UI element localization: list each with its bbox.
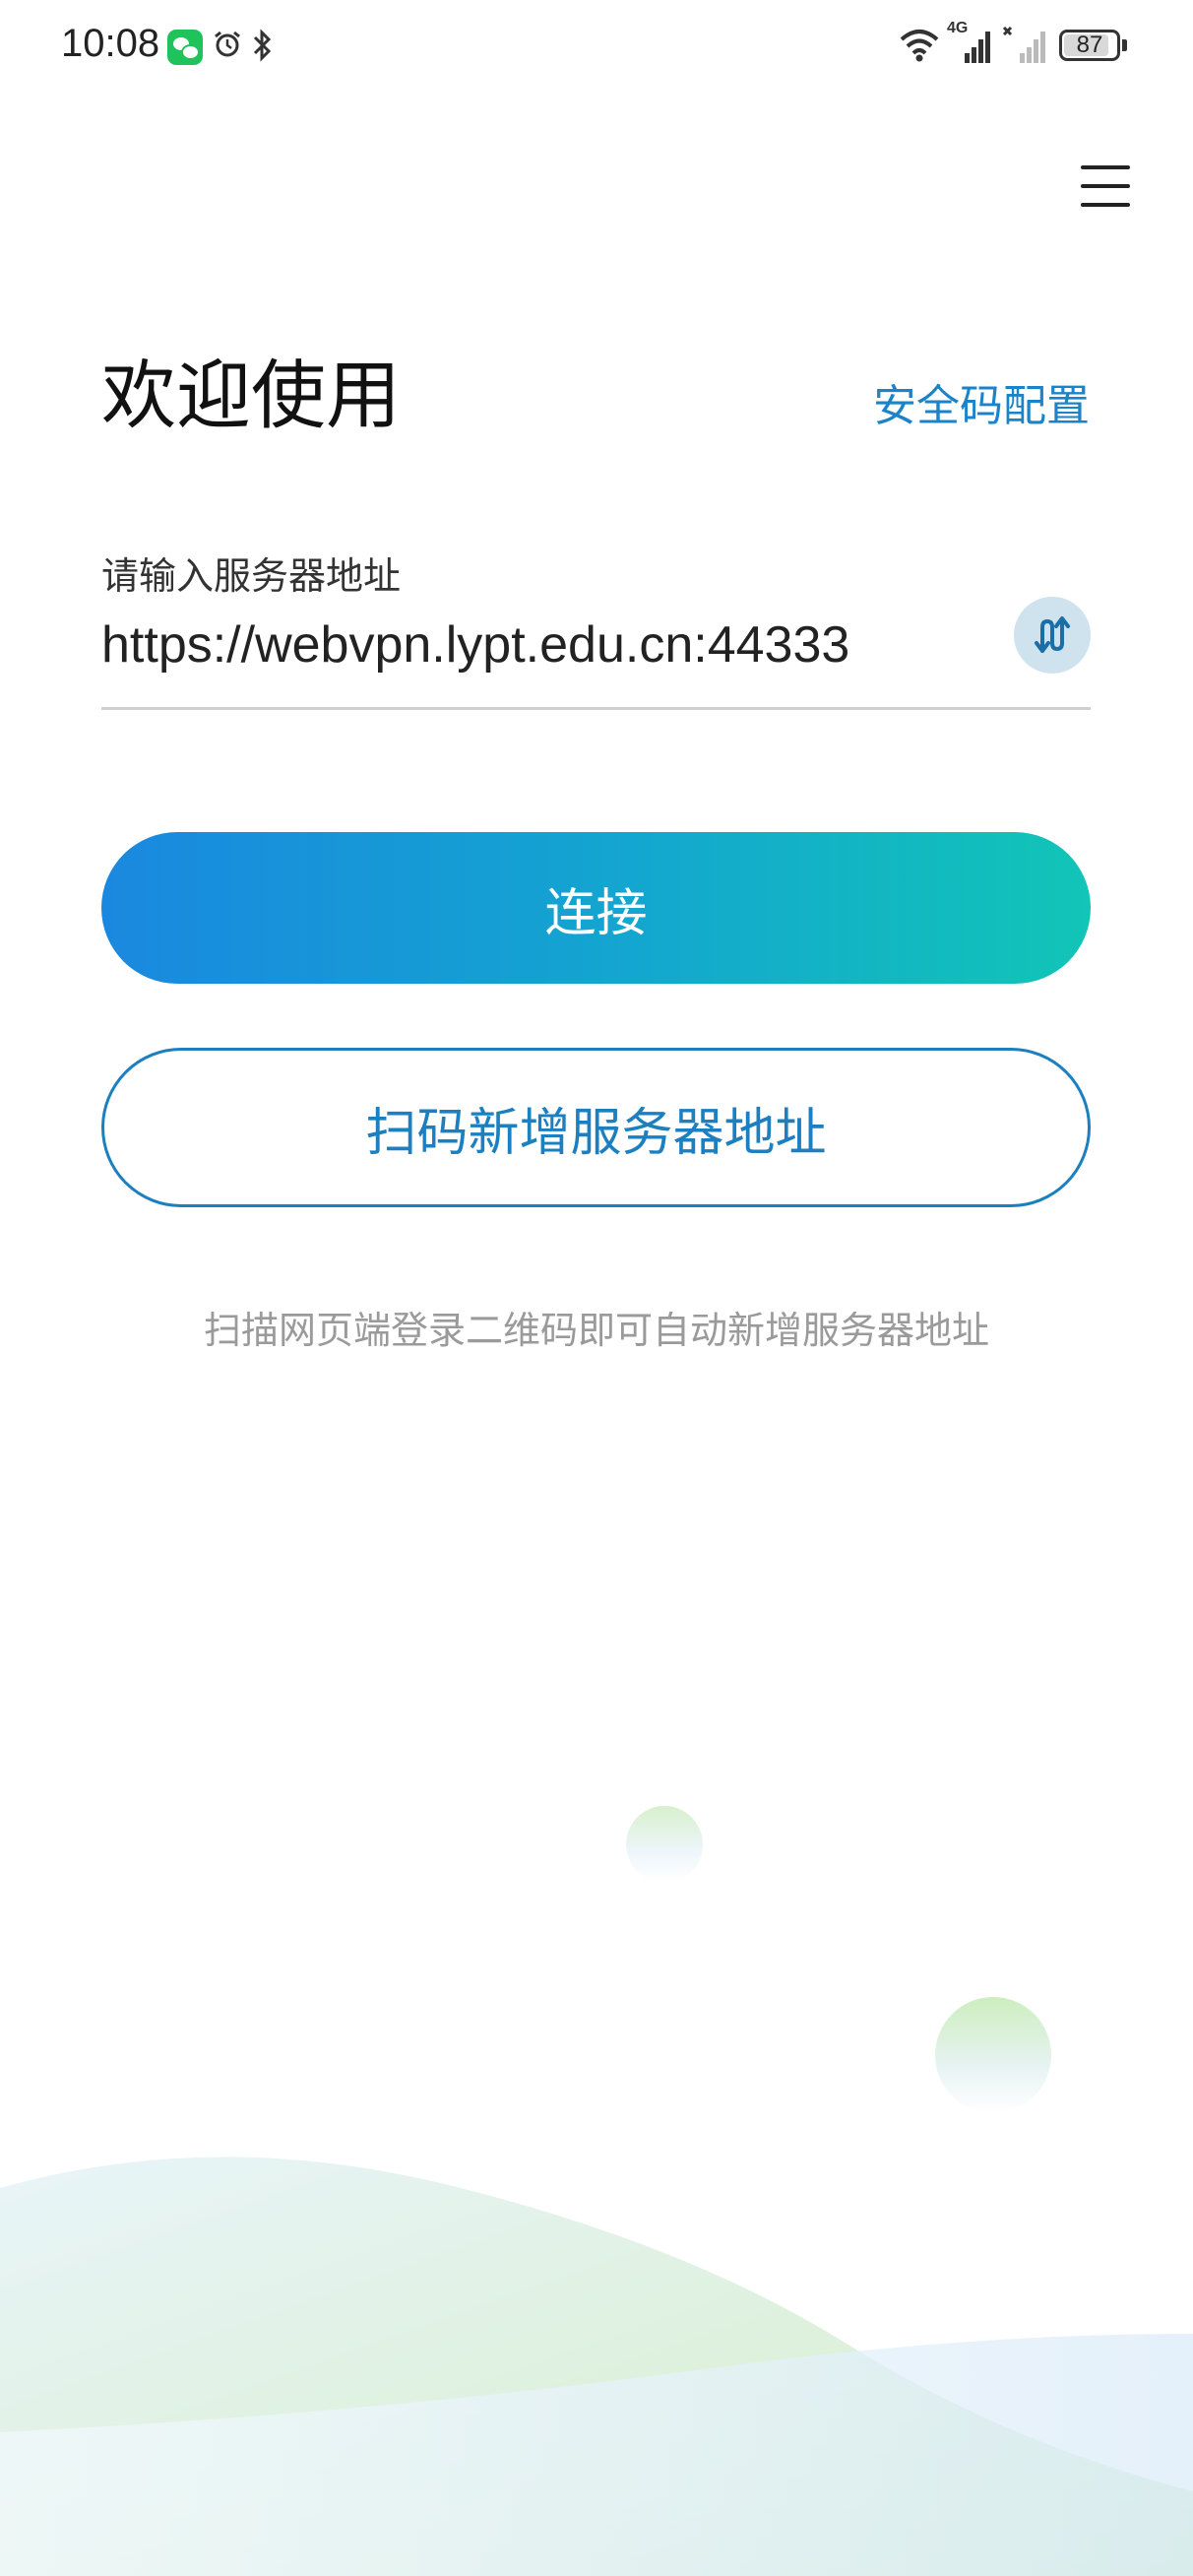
status-bar: 10:08 4G 87 [0, 0, 1193, 98]
input-underline [101, 707, 1091, 710]
server-address-input[interactable] [101, 601, 987, 689]
page-title: 欢迎使用 [101, 352, 401, 439]
wifi-icon [900, 30, 939, 62]
switch-server-button[interactable] [1014, 597, 1091, 674]
signal-4g-icon [965, 32, 990, 63]
scan-hint-text: 扫描网页端登录二维码即可自动新增服务器地址 [203, 1309, 989, 1352]
scan-add-server-button[interactable]: 扫码新增服务器地址 [101, 1048, 1091, 1207]
battery-percent: 87 [1076, 32, 1103, 58]
status-time: 10:08 [61, 22, 160, 65]
alarm-icon [215, 31, 240, 57]
decorative-bubble [935, 1997, 1051, 2113]
decorative-waves [0, 2157, 1193, 2576]
battery-tip [1122, 39, 1127, 51]
server-address-label: 请输入服务器地址 [101, 554, 402, 598]
decorative-bubble [626, 1806, 703, 1883]
security-code-config-link[interactable]: 安全码配置 [873, 370, 1090, 433]
bluetooth-icon [253, 29, 272, 62]
connect-button[interactable]: 连接 [101, 832, 1091, 984]
swap-arrows-icon [1035, 616, 1070, 653]
signal-no-service-icon [1002, 26, 1045, 63]
battery-icon: 87 [1059, 30, 1120, 61]
hamburger-menu-icon[interactable] [1081, 163, 1130, 209]
wechat-icon [167, 30, 203, 65]
